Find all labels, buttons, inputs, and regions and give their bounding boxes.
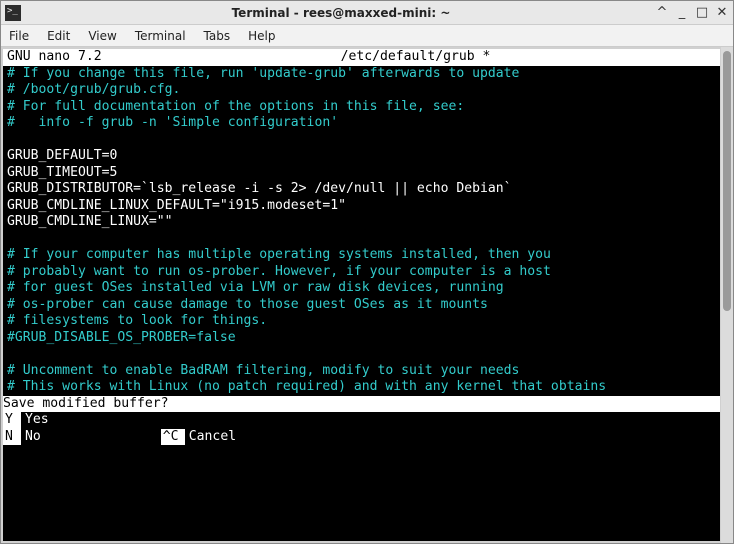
terminal-wrap: GNU nano 7.2 /etc/default/grub * # If yo… xyxy=(1,47,733,543)
file-line: # If you change this file, run 'update-g… xyxy=(7,66,716,83)
menu-help[interactable]: Help xyxy=(246,27,277,45)
file-line: # info -f grub -n 'Simple configuration' xyxy=(7,115,716,132)
file-line: # for guest OSes installed via LVM or ra… xyxy=(7,280,716,297)
file-line: # probably want to run os-prober. Howeve… xyxy=(7,264,716,281)
option-label-no: No xyxy=(21,429,41,446)
scrollbar[interactable] xyxy=(721,47,733,543)
file-line xyxy=(7,231,716,248)
titlebar[interactable]: Terminal - rees@maxxed-mini: ~ ^ _ □ ✕ xyxy=(1,1,733,25)
menu-terminal[interactable]: Terminal xyxy=(133,27,188,45)
scrollbar-thumb[interactable] xyxy=(723,51,731,311)
menu-tabs[interactable]: Tabs xyxy=(202,27,233,45)
file-line: GRUB_DISTRIBUTOR=`lsb_release -i -s 2> /… xyxy=(7,181,716,198)
option-key-yes[interactable]: Y xyxy=(3,412,21,429)
minimize-icon[interactable]: _ xyxy=(675,5,689,20)
option-key-no[interactable]: N xyxy=(3,429,21,446)
file-line: # filesystems to look for things. xyxy=(7,313,716,330)
option-key-cancel[interactable]: ^C xyxy=(161,429,185,446)
file-line xyxy=(7,346,716,363)
file-line: GRUB_CMDLINE_LINUX_DEFAULT="i915.modeset… xyxy=(7,198,716,215)
file-line: # Uncomment to enable BadRAM filtering, … xyxy=(7,363,716,380)
terminal[interactable]: GNU nano 7.2 /etc/default/grub * # If yo… xyxy=(1,47,721,543)
file-line xyxy=(7,132,716,149)
nano-filepath: /etc/default/grub * xyxy=(127,49,704,66)
prompt-text: Save modified buffer? xyxy=(3,396,171,413)
rollup-icon[interactable]: ^ xyxy=(655,5,669,20)
menu-edit[interactable]: Edit xyxy=(45,27,72,45)
nano-options: Y Yes N No ^C Cancel xyxy=(3,412,720,445)
file-line: # This works with Linux (no patch requir… xyxy=(7,379,716,396)
menu-view[interactable]: View xyxy=(86,27,118,45)
nano-prompt: Save modified buffer? xyxy=(3,396,720,413)
file-line: GRUB_DEFAULT=0 xyxy=(7,148,716,165)
file-line: # os-prober can cause damage to those gu… xyxy=(7,297,716,314)
file-line: GRUB_TIMEOUT=5 xyxy=(7,165,716,182)
file-line: # /boot/grub/grub.cfg. xyxy=(7,82,716,99)
menubar: File Edit View Terminal Tabs Help xyxy=(1,25,733,47)
window-title: Terminal - rees@maxxed-mini: ~ xyxy=(27,6,655,20)
file-line: # For full documentation of the options … xyxy=(7,99,716,116)
option-label-cancel: Cancel xyxy=(185,429,236,446)
menu-file[interactable]: File xyxy=(7,27,31,45)
option-label-yes: Yes xyxy=(21,412,49,429)
file-line: # If your computer has multiple operatin… xyxy=(7,247,716,264)
window-controls: ^ _ □ ✕ xyxy=(655,5,729,20)
file-line: GRUB_CMDLINE_LINUX="" xyxy=(7,214,716,231)
close-icon[interactable]: ✕ xyxy=(715,5,729,20)
nano-appname: GNU nano 7.2 xyxy=(7,49,127,66)
file-line: #GRUB_DISABLE_OS_PROBER=false xyxy=(7,330,716,347)
maximize-icon[interactable]: □ xyxy=(695,5,709,20)
terminal-icon xyxy=(5,5,21,21)
window-frame: Terminal - rees@maxxed-mini: ~ ^ _ □ ✕ F… xyxy=(0,0,734,544)
nano-titlebar: GNU nano 7.2 /etc/default/grub * xyxy=(3,49,720,66)
file-content: # If you change this file, run 'update-g… xyxy=(3,66,720,396)
